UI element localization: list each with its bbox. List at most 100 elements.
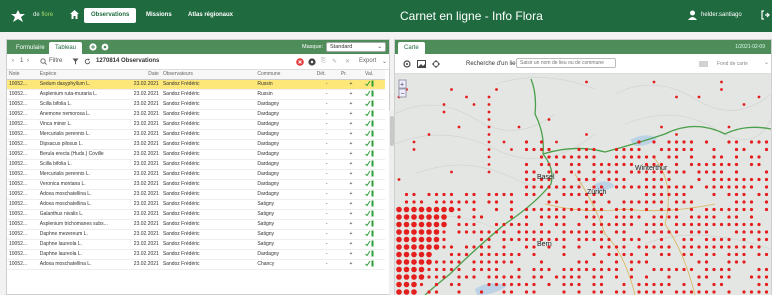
table-row[interactable]: 10052... Adoxa moschatellina L. 23.02.2021… bbox=[7, 259, 385, 270]
cell-val[interactable] bbox=[363, 139, 385, 150]
cell-val[interactable] bbox=[363, 159, 385, 170]
close-icon[interactable]: ✕ bbox=[345, 58, 350, 65]
table-row[interactable]: 10052... Mercurialis perennis L. 23.02.202… bbox=[7, 129, 385, 140]
cell-val[interactable] bbox=[363, 119, 385, 130]
validation-icon[interactable] bbox=[365, 80, 374, 87]
table-row[interactable]: 10052... Scilla bifolia L. 23.02.2021 Sando… bbox=[7, 159, 385, 170]
basemap-select[interactable]: Fond de carte bbox=[717, 61, 748, 67]
settings-icon[interactable] bbox=[101, 43, 109, 51]
col-note[interactable]: Note bbox=[7, 70, 38, 80]
validation-icon[interactable] bbox=[365, 170, 374, 177]
validation-icon[interactable] bbox=[365, 100, 374, 107]
col-pr[interactable]: Pr. bbox=[338, 70, 363, 80]
cell-val[interactable] bbox=[363, 99, 385, 110]
map-svg[interactable]: Basel Zürich Winterthur Bern + − bbox=[395, 74, 771, 295]
filter-label[interactable]: Filtre bbox=[49, 58, 62, 64]
cell-val[interactable] bbox=[363, 89, 385, 100]
place-search-input[interactable] bbox=[516, 58, 616, 68]
info-flora-logo-icon[interactable] bbox=[9, 9, 27, 23]
validation-icon[interactable] bbox=[365, 180, 374, 187]
cell-val[interactable] bbox=[363, 229, 385, 240]
tab-tableau[interactable]: Tableau bbox=[49, 42, 83, 54]
page-number[interactable]: 1 bbox=[20, 58, 23, 64]
locate-icon[interactable] bbox=[403, 60, 411, 68]
cell-val[interactable] bbox=[363, 129, 385, 140]
cell-val[interactable] bbox=[363, 199, 385, 210]
validation-icon[interactable] bbox=[365, 260, 374, 267]
validation-icon[interactable] bbox=[365, 240, 374, 247]
cell-val[interactable] bbox=[363, 79, 385, 90]
col-date[interactable]: Date bbox=[123, 70, 161, 80]
table-row[interactable]: 10052... Asplenium trichomanes subs... 23.… bbox=[7, 219, 385, 230]
table-row[interactable]: 10052... Vinca minor L. 23.02.2021 Sandoz F… bbox=[7, 119, 385, 130]
map-canvas[interactable]: Basel Zürich Winterthur Bern + − bbox=[395, 74, 771, 295]
validation-icon[interactable] bbox=[365, 190, 374, 197]
col-commune[interactable]: Commune bbox=[255, 70, 315, 80]
cell-val[interactable] bbox=[363, 149, 385, 160]
validation-icon[interactable] bbox=[365, 110, 374, 117]
col-espece[interactable]: Espèce bbox=[37, 70, 124, 80]
col-val[interactable]: Val. bbox=[363, 70, 385, 80]
tab-carte[interactable]: Carte bbox=[398, 42, 425, 54]
table-row[interactable]: 10052... Daphne laureola L. 23.02.2021 Sand… bbox=[7, 249, 385, 260]
nav-missions[interactable]: Missions bbox=[146, 12, 172, 18]
masque-select[interactable]: Standard ⌄ bbox=[326, 42, 386, 52]
copy-icon[interactable]: ⎘ bbox=[321, 58, 326, 65]
table-row[interactable]: 10052... Galanthus nivalis L. 23.02.2021 Sa… bbox=[7, 209, 385, 220]
validation-icon[interactable] bbox=[365, 140, 374, 147]
table-row[interactable]: 10052... Sedum dasyphyllum L. 23.02.2021 Sa… bbox=[7, 79, 385, 90]
cell-det: - bbox=[314, 249, 339, 260]
edit-icon[interactable]: ✎ bbox=[332, 58, 337, 65]
table-row[interactable]: 10052... Daphne mezereum L. 23.02.2021 Sand… bbox=[7, 229, 385, 240]
home-icon[interactable] bbox=[69, 9, 80, 20]
table-row[interactable]: 10052... Veronica montana L. 23.02.2021 San… bbox=[7, 179, 385, 190]
nav-observations[interactable]: Observations bbox=[84, 8, 137, 23]
validation-icon[interactable] bbox=[365, 90, 374, 97]
table-row[interactable]: 10052... Daphne laureola L. 23.02.2021 Sand… bbox=[7, 239, 385, 250]
table-row[interactable]: 10052... Adoxa moschatellina L. 23.02.2021… bbox=[7, 189, 385, 200]
cell-val[interactable] bbox=[363, 239, 385, 250]
logout-icon[interactable] bbox=[761, 10, 770, 20]
refresh-icon[interactable] bbox=[84, 58, 91, 65]
cell-val[interactable] bbox=[363, 189, 385, 200]
cell-val[interactable] bbox=[363, 209, 385, 220]
table-row[interactable]: 10052... Berula erecta (Huds.) Coville 23.… bbox=[7, 149, 385, 160]
cell-val[interactable] bbox=[363, 249, 385, 260]
cell-val[interactable] bbox=[363, 259, 385, 270]
validation-icon[interactable] bbox=[365, 210, 374, 217]
validation-icon[interactable] bbox=[365, 120, 374, 127]
nav-atlas-regionaux[interactable]: Atlas régionaux bbox=[188, 12, 233, 18]
table-row[interactable]: 10052... Mercurialis perennis L. 23.02.202… bbox=[7, 169, 385, 180]
table-row[interactable]: 10052... Dipsacus pilosus L. 23.02.2021 San… bbox=[7, 139, 385, 150]
gps-icon[interactable] bbox=[432, 60, 440, 68]
table-row[interactable]: 10052... Asplenium ruta-muraria L. 23.02.2… bbox=[7, 89, 385, 100]
col-det[interactable]: Dét. bbox=[314, 70, 339, 80]
validation-icon[interactable] bbox=[365, 160, 374, 167]
cell-val[interactable] bbox=[363, 219, 385, 230]
col-observateurs[interactable]: Observateurs bbox=[160, 70, 256, 80]
tab-formulaire[interactable]: Formulaire bbox=[10, 42, 51, 54]
export-button[interactable]: Export bbox=[359, 58, 376, 64]
validation-icon[interactable] bbox=[365, 130, 374, 137]
layers-icon[interactable] bbox=[699, 60, 708, 68]
table-row[interactable]: 10052... Anemone nemorosa L. 23.02.2021 San… bbox=[7, 109, 385, 120]
add-icon[interactable] bbox=[89, 43, 97, 51]
cell-val[interactable] bbox=[363, 179, 385, 190]
validation-icon[interactable] bbox=[365, 230, 374, 237]
search-icon[interactable] bbox=[40, 58, 47, 65]
filter-icon[interactable] bbox=[72, 58, 79, 65]
target-icon[interactable] bbox=[308, 58, 316, 66]
table-row[interactable]: 10052... Adoxa moschatellina L. 23.02.2021… bbox=[7, 199, 385, 210]
cell-val[interactable] bbox=[363, 109, 385, 120]
prev-page-icon[interactable]: ‹ bbox=[12, 58, 14, 64]
cell-val[interactable] bbox=[363, 169, 385, 180]
validation-icon[interactable] bbox=[365, 220, 374, 227]
validation-icon[interactable] bbox=[365, 250, 374, 257]
table-row[interactable]: 10052... Scilla bifolia L. 23.02.2021 Sando… bbox=[7, 99, 385, 110]
next-page-icon[interactable]: › bbox=[27, 58, 29, 64]
image-icon[interactable] bbox=[417, 60, 426, 68]
validation-icon[interactable] bbox=[365, 150, 374, 157]
validation-icon[interactable] bbox=[365, 200, 374, 207]
delete-icon[interactable] bbox=[296, 58, 304, 66]
user-name[interactable]: helder.santiago bbox=[701, 12, 742, 18]
